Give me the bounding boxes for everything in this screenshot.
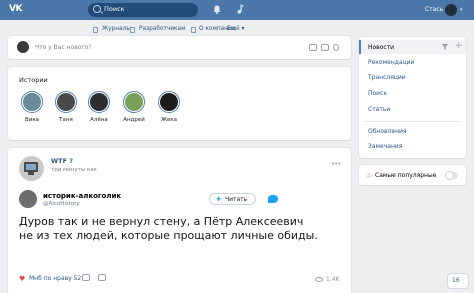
menu-divider [365,121,460,122]
stories-block: Истории Вика Таня Алёна Андрей Жека [8,67,351,140]
share-icon[interactable] [98,274,106,281]
story-item[interactable]: Таня [51,91,81,123]
search-icon [93,5,101,13]
music-icon[interactable] [236,4,244,14]
story-item[interactable]: Жека [154,91,184,123]
chat-count: 16 [452,277,460,284]
story-name: Алёна [90,117,108,123]
top-bar: VK Поиск Стась ▾ [0,0,474,20]
filter-icon[interactable] [442,44,448,50]
info-icon [191,27,196,33]
stories-title: Истории [19,76,48,84]
popular-toggle[interactable] [445,171,458,180]
post-time[interactable]: три минуты как [51,167,97,173]
user-name[interactable]: Стась [425,6,443,13]
story-name: Андрей [123,117,145,123]
menu-item-comments[interactable]: Замечания [368,143,402,150]
chat-button[interactable]: 16 [448,274,468,288]
heart-icon[interactable]: ♥ [19,276,26,283]
post-composer[interactable]: Что у Вас нового? [8,36,351,59]
post-author-name[interactable]: WTF ? [51,157,73,165]
tweet-author-handle[interactable]: @AlcoHistory [43,201,80,207]
menu-item-articles[interactable]: Статьи [368,106,390,113]
story-name: Таня [59,117,73,123]
tweet-text: Дуров так и не вернул стену, а Пётр Алек… [19,215,318,242]
story-avatar [160,93,178,111]
story-item[interactable]: Алёна [84,91,114,123]
story-item[interactable]: Вика [17,91,47,123]
eye-icon [315,277,323,282]
twitter-icon [268,195,278,203]
composer-placeholder[interactable]: Что у Вас нового? [35,44,91,51]
camera-icon[interactable] [309,44,317,51]
nav-item-more[interactable]: Ещё ▾ [227,26,244,32]
bell-icon[interactable] [213,5,221,14]
story-avatar [125,93,143,111]
story-name: Вика [24,117,40,123]
chevron-down-icon[interactable]: ▾ [460,7,463,13]
user-avatar[interactable] [445,4,457,16]
menu-item-search[interactable]: Поиск [368,90,387,97]
tweet-author-name[interactable]: историк-алкоголик [43,192,121,200]
more-options-icon[interactable]: ••• [331,160,341,168]
video-icon[interactable] [321,44,329,51]
toggle-knob [445,171,454,180]
tweet-follow-label: Читать [225,196,248,203]
story-item[interactable]: Андрей [119,91,149,123]
nav-item-developers[interactable]: Разработчикам [139,26,185,32]
story-avatar [23,93,41,111]
comment-icon[interactable] [82,274,90,281]
menu-item-broadcasts[interactable]: Трансляции [368,74,406,81]
feed-post: WTF ? три минуты как ••• историк-алкогол… [8,148,351,293]
search-input[interactable]: Поиск [88,3,198,17]
story-avatar [90,93,108,111]
feed-filter-menu: Новости + Рекомендации Трансляции Поиск … [359,37,466,158]
fire-icon: ♨ [366,171,373,179]
post-author-avatar[interactable] [19,156,44,181]
dev-icon [130,27,135,33]
music-icon[interactable] [333,44,339,51]
menu-item-news[interactable]: Новости [368,44,394,51]
popular-toggle-block: ♨ Самые популярные [359,165,466,185]
popular-label[interactable]: Самые популярные [375,172,436,179]
composer-avatar [17,41,29,53]
views-count: 1.4K [326,276,340,283]
story-avatar [57,93,75,111]
menu-item-recommendations[interactable]: Рекомендации [368,59,414,66]
story-name: Жека [160,117,177,123]
menu-item-updates[interactable]: Обновления [368,128,407,135]
like-button[interactable]: Мнб по нраву 52 [29,275,81,282]
add-user-icon: ✚ [216,196,222,203]
tweet-follow-button[interactable]: ✚ Читать [209,193,256,205]
plus-icon[interactable]: + [455,41,463,51]
news-icon [93,27,98,33]
tweet-avatar [19,190,37,208]
nav-item-journals[interactable]: Журналы [102,26,131,32]
vk-logo[interactable]: VK [9,4,22,14]
search-placeholder: Поиск [104,5,125,13]
